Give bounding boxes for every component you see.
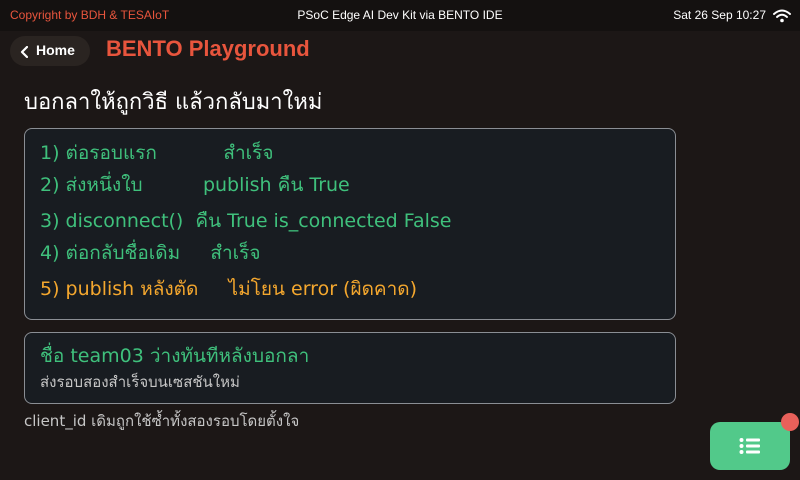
step-item: 1) ต่อรอบแรก สำเร็จ xyxy=(40,142,274,164)
step-item: 3) disconnect() คืน True is_connected Fa… xyxy=(40,210,452,232)
chevron-left-icon xyxy=(20,46,28,58)
menu-fab-button[interactable] xyxy=(710,422,790,470)
status-bar: Copyright by BDH & TESAIoT PSoC Edge AI … xyxy=(0,0,800,31)
list-icon xyxy=(739,438,760,454)
wifi-icon xyxy=(773,9,791,23)
footnote: client_id เดิมถูกใช้ซ้ำทั้งสองรอบโดยตั้ง… xyxy=(24,412,300,430)
home-button[interactable]: Home xyxy=(10,36,90,66)
step-item-warning: 5) publish หลังตัด ไม่โยน error (ผิดคาด) xyxy=(40,278,418,300)
result-card: ชื่อ team03 ว่างทันทีหลังบอกลา ส่งรอบสอง… xyxy=(24,332,676,404)
steps-card: 1) ต่อรอบแรก สำเร็จ 2) ส่งหนึ่งใบ publis… xyxy=(24,128,676,320)
step-item: 4) ต่อกลับชื่อเดิม สำเร็จ xyxy=(40,242,261,264)
step-item: 2) ส่งหนึ่งใบ publish คืน True xyxy=(40,174,350,196)
result-title: ชื่อ team03 ว่างทันทีหลังบอกลา xyxy=(40,345,310,367)
result-subtitle: ส่งรอบสองสำเร็จบนเซสชันใหม่ xyxy=(40,373,240,391)
date-time: Sat 26 Sep 10:27 xyxy=(673,8,766,22)
home-label: Home xyxy=(36,42,75,58)
app-title: BENTO Playground xyxy=(106,36,310,61)
notification-badge xyxy=(781,413,799,431)
page-title: บอกลาให้ถูกวิธี แล้วกลับมาใหม่ xyxy=(24,90,323,115)
